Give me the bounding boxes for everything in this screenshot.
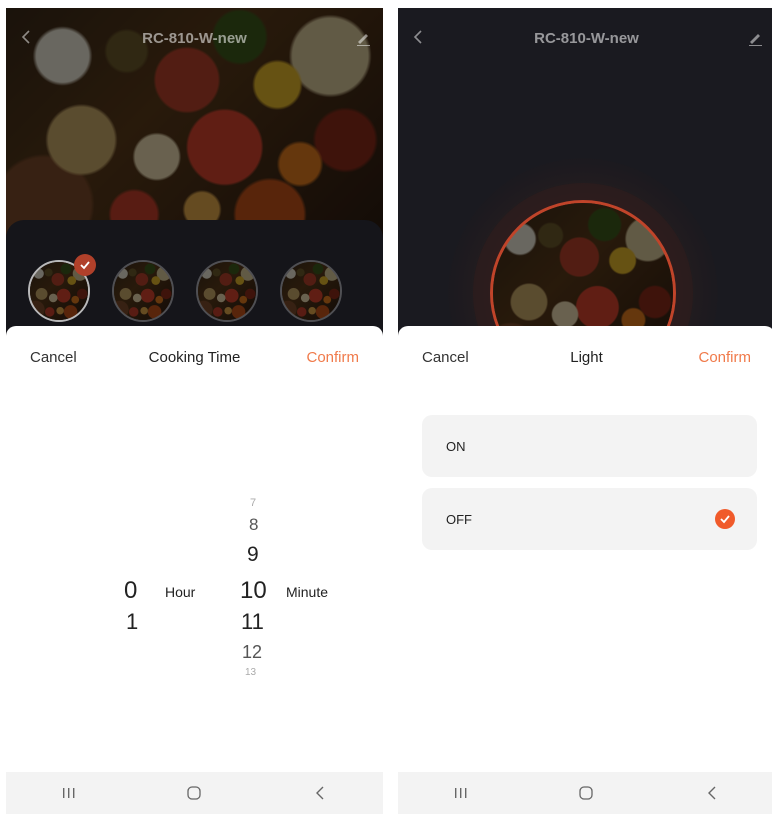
option-label: ON <box>446 438 466 454</box>
edit-pencil-icon[interactable] <box>747 30 763 46</box>
device-title: RC-810-W-new <box>534 29 639 47</box>
device-title: RC-810-W-new <box>142 29 247 47</box>
minute-option[interactable]: 9 <box>247 543 259 567</box>
system-nav-bar <box>398 772 772 814</box>
minute-option[interactable]: 11 <box>241 609 264 635</box>
nav-recents-icon[interactable] <box>59 783 79 803</box>
system-nav-bar <box>6 772 383 814</box>
minute-option[interactable]: 13 <box>245 667 256 678</box>
selected-check-icon <box>74 254 96 276</box>
recipe-thumbnail[interactable] <box>280 260 342 322</box>
minute-option[interactable]: 8 <box>249 515 258 535</box>
hour-option[interactable]: 1 <box>126 609 138 635</box>
minute-option-selected[interactable]: 10 <box>240 577 267 605</box>
cooking-time-screen: RC-810-W-new Cancel Cooking Time Confirm… <box>6 8 383 814</box>
recipe-thumbnail[interactable] <box>196 260 258 322</box>
minute-unit-label: Minute <box>286 584 329 600</box>
back-arrow-icon[interactable] <box>412 30 426 44</box>
hour-unit-label: Hour <box>165 584 196 600</box>
nav-back-icon[interactable] <box>310 783 330 803</box>
option-label: OFF <box>446 511 472 527</box>
edit-pencil-icon[interactable] <box>355 30 371 46</box>
light-sheet: Cancel Light Confirm ON OFF <box>398 326 772 772</box>
app-header: RC-810-W-new <box>6 8 383 68</box>
nav-recents-icon[interactable] <box>451 783 471 803</box>
app-header: RC-810-W-new <box>398 8 772 68</box>
nav-home-icon[interactable] <box>184 783 204 803</box>
cooking-time-sheet: Cancel Cooking Time Confirm 0 1 Hour 7 8… <box>6 326 383 772</box>
time-picker[interactable]: 0 1 Hour 7 8 9 10 11 12 13 Minute <box>6 326 383 772</box>
recipe-thumbnail[interactable] <box>112 260 174 322</box>
back-arrow-icon[interactable] <box>20 30 34 44</box>
hour-option-selected[interactable]: 0 <box>124 577 137 605</box>
light-option-off[interactable]: OFF <box>422 488 757 550</box>
light-option-on[interactable]: ON <box>422 415 757 477</box>
minute-option[interactable]: 12 <box>242 642 262 663</box>
confirm-button[interactable]: Confirm <box>698 349 751 366</box>
minute-option[interactable]: 7 <box>250 497 256 509</box>
light-screen: RC-810-W-new Cancel Light Confirm ON OFF <box>398 8 772 814</box>
sheet-header: Cancel Light Confirm <box>398 326 772 388</box>
nav-back-icon[interactable] <box>702 783 722 803</box>
nav-home-icon[interactable] <box>576 783 596 803</box>
cancel-button[interactable]: Cancel <box>422 349 469 366</box>
check-icon <box>715 509 735 529</box>
